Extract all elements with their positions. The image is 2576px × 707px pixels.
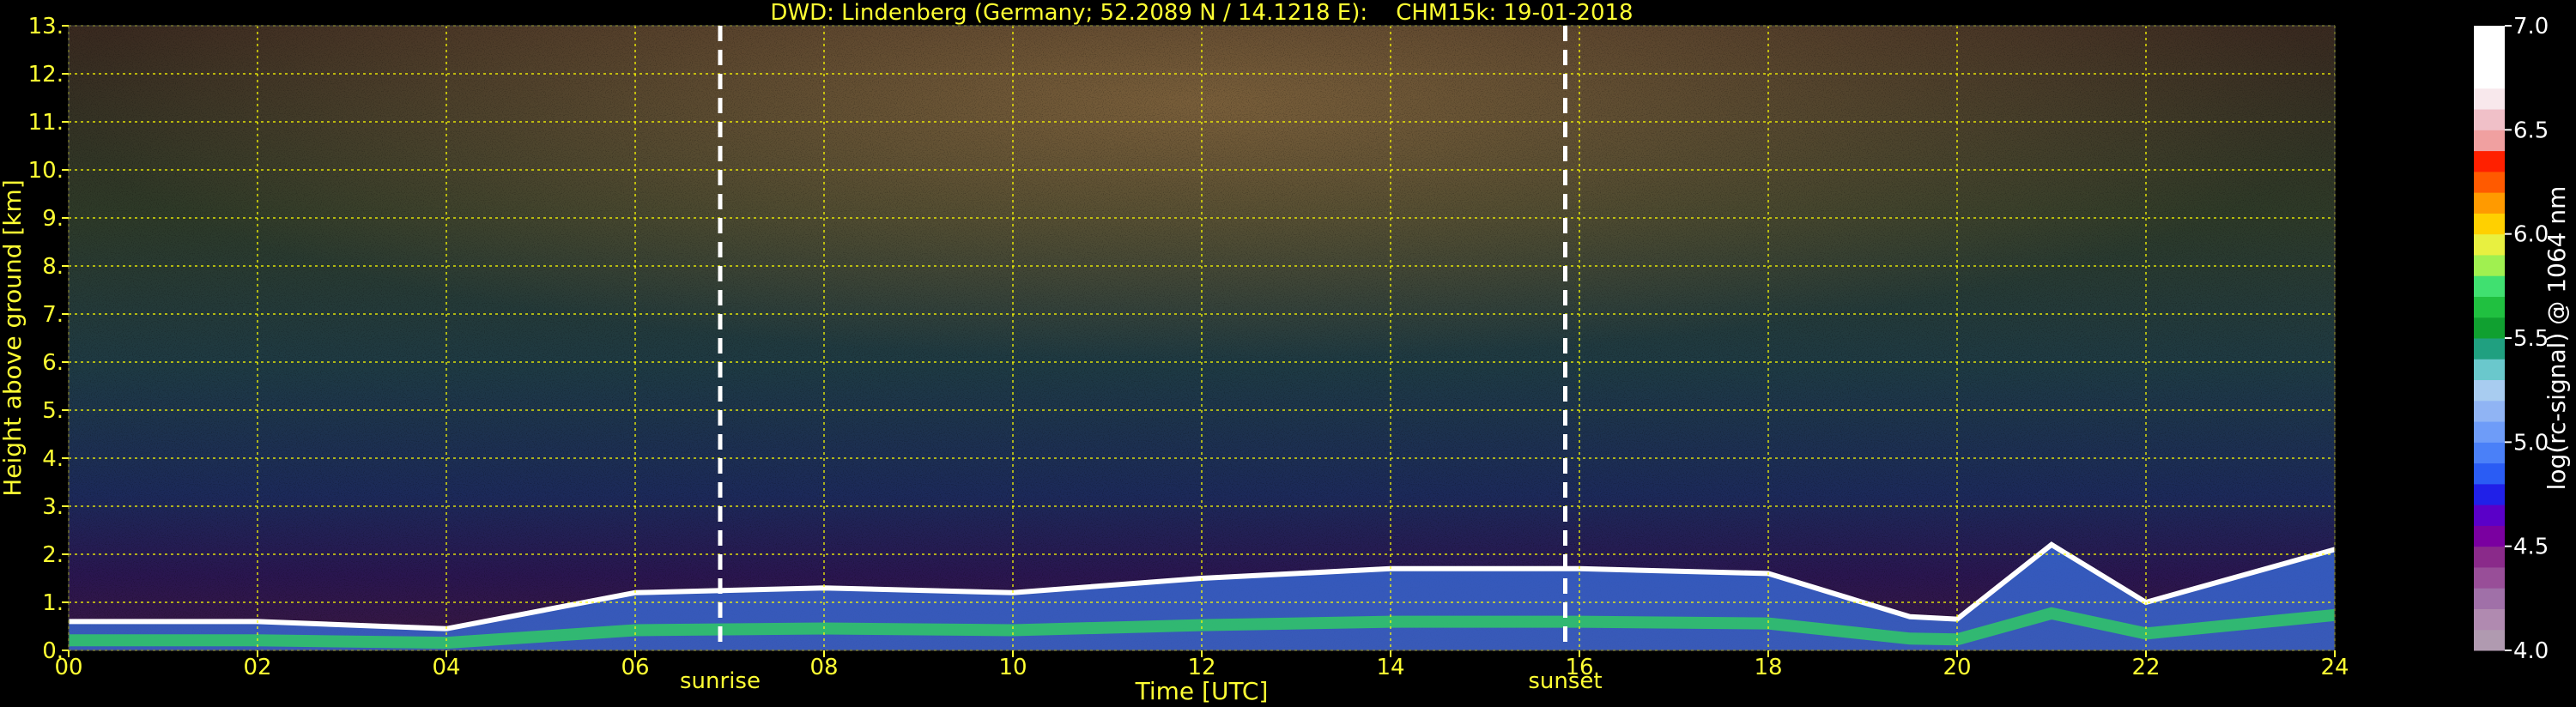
colorbar-segment — [2474, 192, 2505, 214]
x-tick-label: 18 — [1754, 655, 1782, 680]
colorbar-segment — [2474, 26, 2505, 47]
colorbar-tick-label: 7.0 — [2513, 14, 2549, 39]
colorbar-segment — [2474, 233, 2505, 256]
colorbar-segment — [2474, 421, 2505, 443]
colorbar-segment — [2474, 629, 2505, 651]
x-axis-label: Time [UTC] — [1135, 677, 1269, 705]
colorbar-segment — [2474, 67, 2505, 89]
y-tick-label: 4. — [42, 446, 64, 472]
colorbar-segment — [2474, 317, 2505, 339]
colorbar-segment — [2474, 150, 2505, 172]
y-tick-label: 9. — [42, 206, 64, 232]
marker-sunset-label: sunset — [1528, 668, 1602, 694]
colorbar-segment — [2474, 88, 2505, 110]
colorbar-segment — [2474, 338, 2505, 360]
colorbar-tick-label: 4.5 — [2513, 535, 2549, 560]
y-tick-label: 8. — [42, 254, 64, 280]
x-tick-label: 06 — [621, 655, 649, 680]
y-axis: 0. 1. 2. 3. 4. 5. 6. 7. 8. 9. 10. 11. 12. 13. — [28, 14, 69, 664]
plot-area — [68, 25, 2336, 651]
x-tick-label: 10 — [998, 655, 1027, 680]
colorbar-segment — [2474, 109, 2505, 130]
colorbar-segment — [2474, 213, 2505, 235]
x-axis: 00 02 04 06 08 10 12 14 16 18 20 22 24 — [54, 650, 2349, 680]
x-tick-label: 08 — [809, 655, 838, 680]
colorbar-tick-label: 4.0 — [2513, 638, 2549, 664]
y-tick-label: 7. — [42, 302, 64, 328]
y-tick-label: 10. — [28, 158, 64, 184]
y-tick-label: 11. — [28, 110, 64, 136]
colorbar-segment — [2474, 296, 2505, 318]
marker-sunrise-label: sunrise — [680, 668, 761, 694]
y-tick-label: 3. — [42, 494, 64, 520]
x-tick-label: 14 — [1376, 655, 1404, 680]
colorbar-segment — [2474, 608, 2505, 631]
colorbar-segment — [2474, 505, 2505, 526]
y-tick-label: 6. — [42, 350, 64, 376]
y-tick-label: 2. — [42, 542, 64, 568]
colorbar-segment — [2474, 254, 2505, 276]
x-tick-label: 04 — [432, 655, 460, 680]
x-tick-label: 02 — [243, 655, 271, 680]
colorbar-segment — [2474, 442, 2505, 464]
colorbar-segment — [2474, 462, 2505, 485]
colorbar-segment — [2474, 525, 2505, 547]
chart-title: DWD: Lindenberg (Germany; 52.2089 N / 14… — [770, 0, 1633, 26]
y-axis-label: Height above ground [km] — [0, 179, 27, 497]
y-tick-label: 13. — [28, 14, 64, 39]
colorbar-segment — [2474, 379, 2505, 402]
colorbar-segment — [2474, 546, 2505, 568]
x-tick-label: 22 — [2131, 655, 2160, 680]
colorbar-tick-label: 6.5 — [2513, 118, 2549, 143]
y-tick-label: 12. — [28, 62, 64, 88]
y-tick-label: 1. — [42, 590, 64, 616]
ceilometer-chart: DWD: Lindenberg (Germany; 52.2089 N / 14… — [0, 0, 2571, 705]
colorbar-segment — [2474, 130, 2505, 152]
colorbar-segment — [2474, 566, 2505, 589]
x-tick-label: 20 — [1943, 655, 1971, 680]
y-tick-label: 5. — [42, 398, 64, 424]
colorbar: 4.04.55.05.56.06.57.0 — [2474, 14, 2549, 664]
colorbar-segment — [2474, 400, 2505, 422]
colorbar-segment — [2474, 46, 2505, 69]
x-tick-label: 24 — [2320, 655, 2349, 680]
colorbar-segment — [2474, 483, 2505, 505]
colorbar-segment — [2474, 171, 2505, 193]
colorbar-segment — [2474, 588, 2505, 609]
colorbar-label: log(rc-signal) @ 1064 nm — [2543, 186, 2571, 491]
colorbar-segment — [2474, 275, 2505, 297]
y-tick-label: 0. — [42, 638, 64, 664]
colorbar-segment — [2474, 359, 2505, 381]
